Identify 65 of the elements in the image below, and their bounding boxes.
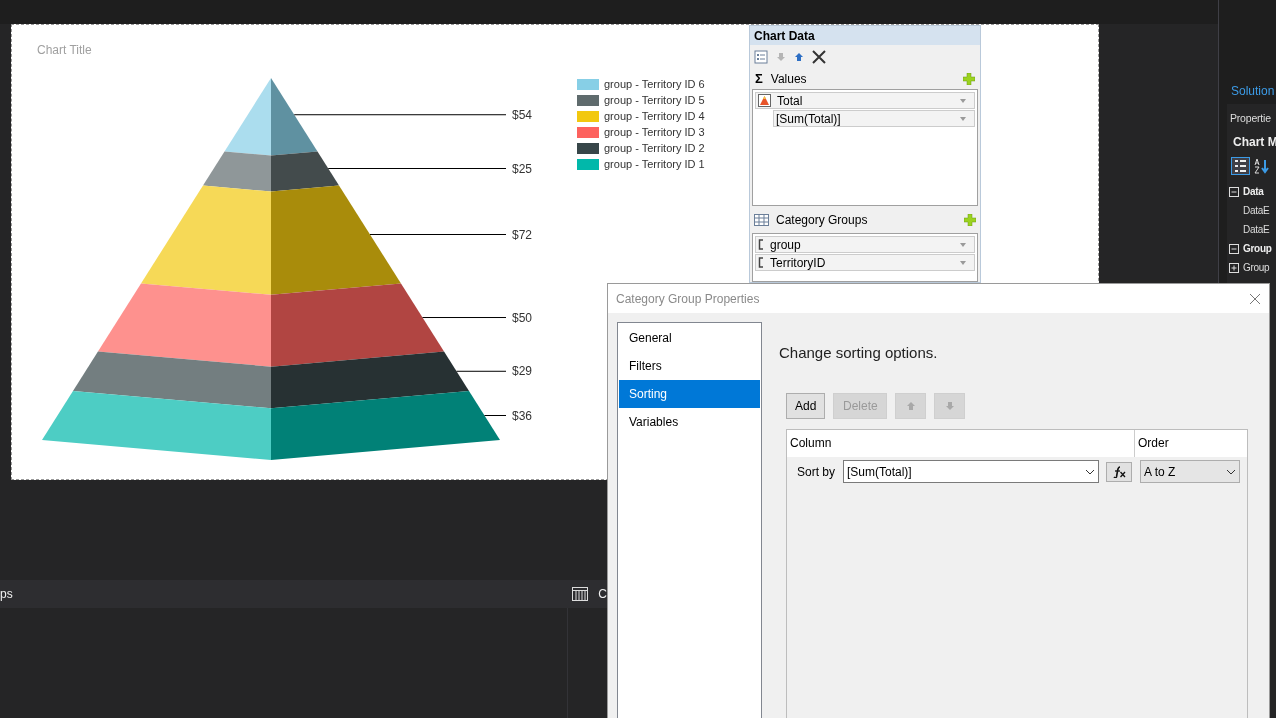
bracket-icon [758, 239, 764, 250]
delete-icon[interactable] [812, 50, 826, 64]
expression-button[interactable] [1106, 461, 1132, 482]
property-name: DataE [1243, 223, 1270, 237]
grid-icon [572, 587, 589, 601]
legend-label: group - Territory ID 3 [604, 126, 705, 138]
sigma-icon: Σ [755, 69, 763, 89]
group-field[interactable]: TerritoryID [755, 254, 975, 271]
data-label: $25 [512, 161, 533, 176]
section-header: Category Groups [776, 212, 869, 229]
page-list-item[interactable]: Sorting [619, 380, 760, 408]
sort-column-dropdown[interactable]: [Sum(Total)] [843, 460, 1099, 483]
column-header: Column [787, 429, 1135, 457]
section-header: Values [770, 71, 808, 88]
collapse-icon[interactable] [1229, 243, 1239, 254]
add-button[interactable]: Add [786, 392, 826, 419]
up-arrow-icon [905, 400, 916, 411]
pyramid-chart-icon [758, 94, 771, 107]
sort-icon[interactable] [1254, 158, 1270, 174]
chevron-icon [1085, 468, 1095, 475]
expression-field[interactable]: [Sum(Total)] [773, 110, 975, 127]
data-label: $29 [512, 364, 533, 379]
property-name: DataE [1243, 204, 1270, 218]
data-label: $54 [512, 107, 533, 122]
up-arrow-icon[interactable] [794, 52, 804, 62]
legend-label: group - Territory ID 6 [604, 78, 705, 90]
object-name: Chart M [1233, 134, 1276, 151]
close-icon[interactable] [1249, 292, 1261, 305]
group-field[interactable]: group [755, 236, 975, 253]
categorized-icon[interactable] [1231, 157, 1250, 175]
expand-icon[interactable] [1229, 262, 1239, 273]
property-name: Group [1243, 261, 1270, 275]
dialog-title: Category Group Properties [616, 290, 760, 308]
panel-tab[interactable]: C [598, 585, 607, 603]
list-icon[interactable] [754, 50, 768, 64]
panel-title: Propertie [1230, 111, 1271, 126]
property-category: Group [1243, 242, 1272, 256]
property-category: Data [1243, 185, 1264, 199]
page-list-item[interactable]: Variables [619, 408, 760, 436]
chevron-icon [1226, 468, 1236, 475]
leader-line [456, 370, 507, 372]
chart-title: Chart Title [37, 42, 92, 59]
function-icon [1112, 465, 1126, 478]
legend-label: group - Territory ID 2 [604, 142, 705, 154]
value-field[interactable]: Total [755, 92, 975, 109]
bracket-icon [758, 257, 764, 268]
pane-title: Chart Data [750, 26, 980, 45]
legend-label: group - Territory ID 5 [604, 94, 705, 106]
column-header: Order [1137, 435, 1170, 452]
data-label: $50 [512, 310, 533, 325]
legend-label: group - Territory ID 1 [604, 158, 705, 170]
table-icon [754, 214, 769, 226]
collapse-icon[interactable] [1229, 186, 1239, 197]
page-heading: Change sorting options. [779, 343, 939, 363]
down-arrow-icon [944, 400, 955, 411]
data-label: $72 [512, 227, 533, 242]
legend-label: group - Territory ID 4 [604, 110, 705, 122]
data-label: $36 [512, 408, 533, 423]
page-list-item[interactable]: General [619, 324, 760, 352]
panel-tab[interactable]: Solution [1231, 82, 1275, 100]
sort-order-dropdown[interactable]: A to Z [1140, 460, 1240, 483]
row-label: Sort by [797, 463, 836, 481]
page-list-item[interactable]: Filters [619, 352, 760, 380]
leader-line [484, 415, 507, 416]
panel-title: ps [0, 586, 13, 603]
